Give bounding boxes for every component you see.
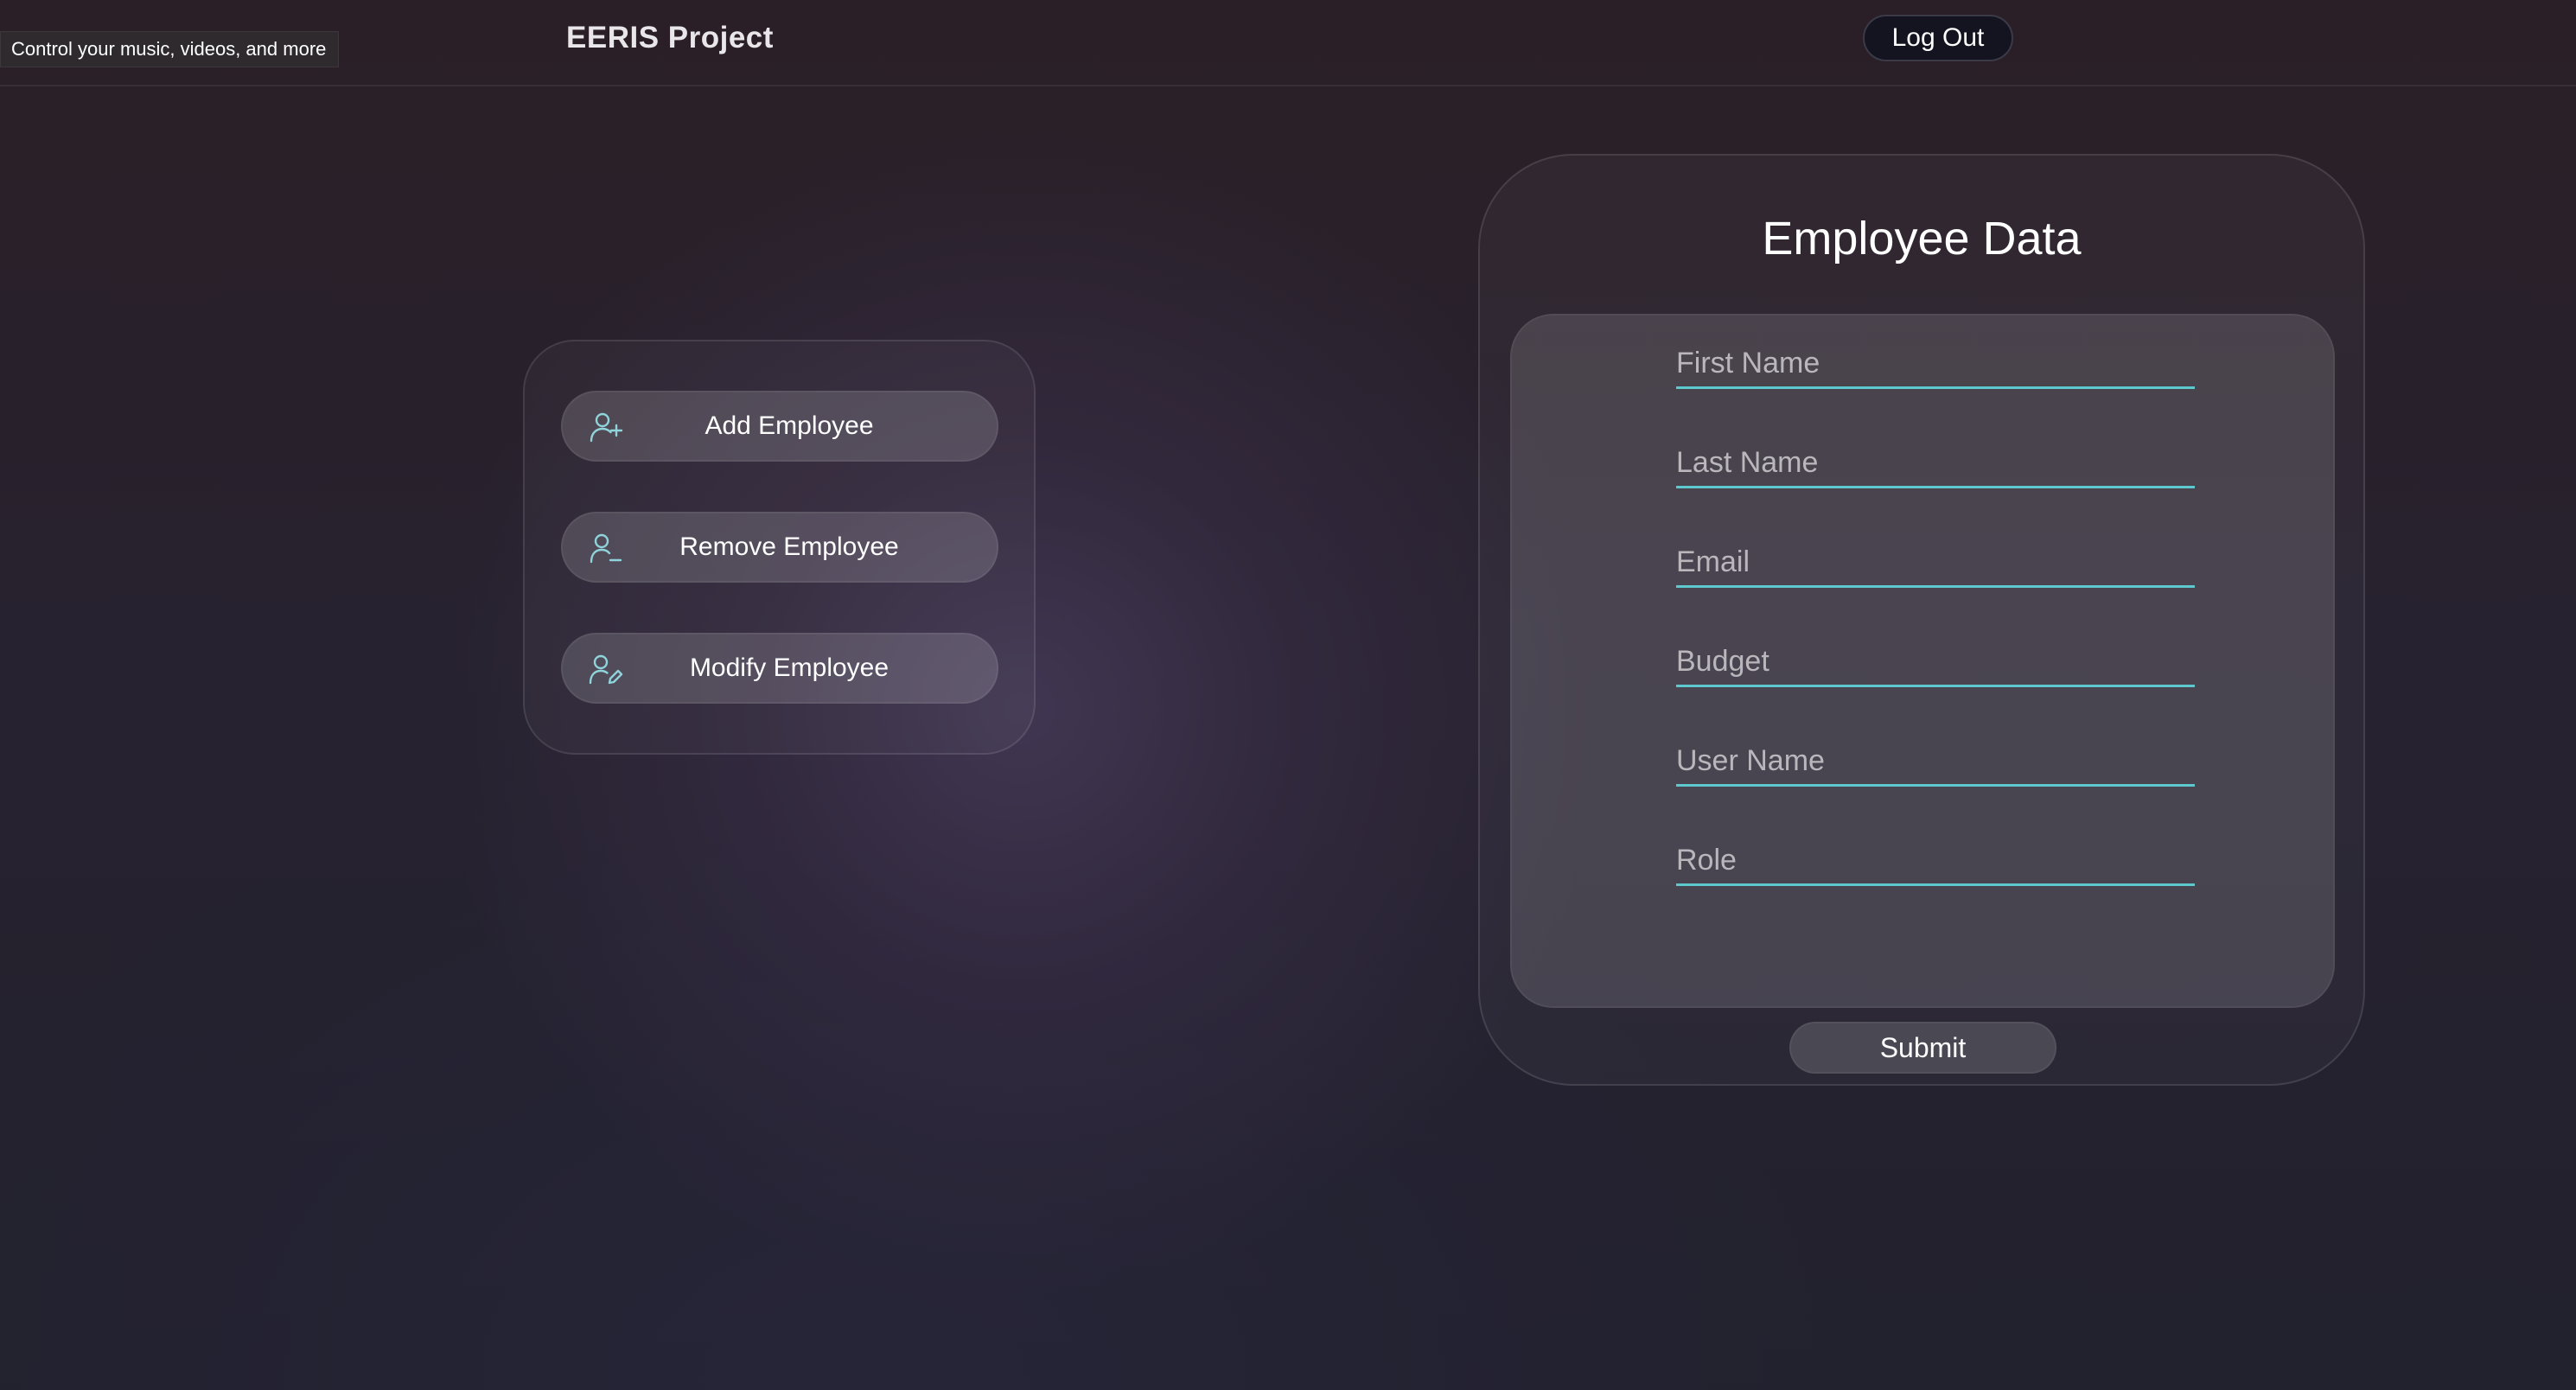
add-employee-button[interactable]: Add Employee (561, 391, 998, 462)
last-name-input[interactable] (1676, 440, 2195, 485)
remove-employee-label: Remove Employee (679, 532, 899, 561)
form-title: Employee Data (1762, 213, 2082, 265)
role-input[interactable] (1676, 838, 2195, 883)
budget-input[interactable] (1676, 639, 2195, 684)
email-field (1676, 539, 2195, 588)
media-controls-tooltip: Control your music, videos, and more (0, 31, 340, 67)
user-name-input[interactable] (1676, 738, 2195, 783)
modify-employee-label: Modify Employee (689, 654, 889, 682)
first-name-field (1676, 341, 2195, 389)
remove-employee-button[interactable]: Remove Employee (561, 512, 998, 583)
brand-title[interactable]: EERIS Project (566, 17, 774, 59)
last-name-field (1676, 440, 2195, 488)
log-out-button[interactable]: Log Out (1863, 15, 2013, 61)
email-input[interactable] (1676, 539, 2195, 584)
employee-actions-panel: Add Employee Remove Employee Modify Empl… (523, 340, 1036, 755)
modify-employee-button[interactable]: Modify Employee (561, 633, 998, 704)
budget-field (1676, 639, 2195, 687)
role-field (1676, 838, 2195, 886)
add-employee-label: Add Employee (705, 411, 874, 440)
first-name-input[interactable] (1676, 341, 2195, 386)
top-bar: Control your music, videos, and more EER… (0, 0, 2576, 86)
user-name-field (1676, 738, 2195, 787)
submit-button[interactable]: Submit (1789, 1022, 2056, 1074)
employee-data-card: Employee Data Submit (1478, 154, 2365, 1086)
employee-form (1510, 314, 2335, 1008)
